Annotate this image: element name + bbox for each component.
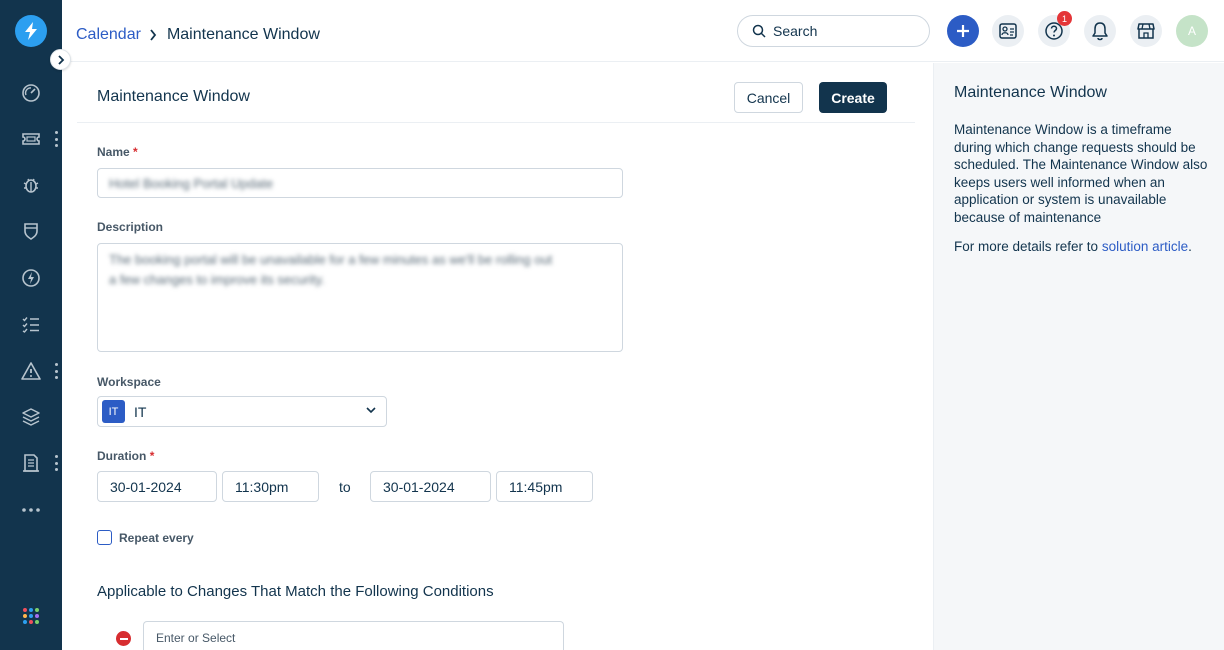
breadcrumb-calendar-link[interactable]: Calendar [76, 26, 141, 44]
info-panel: Maintenance Window Maintenance Window is… [933, 63, 1224, 650]
breadcrumb: Calendar Maintenance Window [76, 26, 320, 44]
store-icon [1137, 23, 1155, 39]
document-icon[interactable] [0, 443, 62, 483]
avatar[interactable]: A [1176, 15, 1208, 47]
description-label: Description [97, 220, 164, 234]
info-panel-more: For more details refer to solution artic… [954, 239, 1192, 254]
search-icon [752, 24, 766, 38]
info-panel-body: Maintenance Window is a timeframe during… [954, 122, 1208, 225]
cancel-button[interactable]: Cancel [734, 82, 803, 113]
notification-badge: 1 [1057, 11, 1072, 26]
name-label: Name * [97, 145, 138, 159]
remove-condition-icon[interactable] [116, 631, 131, 646]
lightning-logo-icon[interactable] [15, 15, 47, 47]
end-time-field[interactable]: 11:45pm [496, 471, 593, 502]
ticket-more-icon[interactable] [54, 131, 58, 147]
required-marker: * [149, 449, 155, 463]
document-more-icon[interactable] [54, 455, 58, 471]
bug-icon[interactable] [0, 165, 62, 205]
to-label: to [339, 479, 351, 495]
bell-icon [1092, 22, 1108, 41]
warning-more-icon[interactable] [54, 363, 58, 379]
search-label: Search [773, 23, 818, 39]
conditions-title: Applicable to Changes That Match the Fol… [97, 583, 494, 600]
new-item-button[interactable] [947, 15, 979, 47]
start-time-field[interactable]: 11:30pm [222, 471, 319, 502]
name-field[interactable]: Hotel Booking Portal Update [97, 168, 623, 198]
sidebar-toggle-button[interactable] [50, 49, 71, 70]
repeat-label: Repeat every [119, 531, 194, 545]
marketplace-button[interactable] [1130, 15, 1162, 47]
workspace-select[interactable]: IT IT [97, 396, 387, 427]
workspace-chip: IT [102, 400, 125, 423]
info-panel-title: Maintenance Window [954, 84, 1107, 101]
warning-icon[interactable] [0, 351, 62, 391]
name-label-text: Name [97, 145, 130, 159]
search-input[interactable]: Search [737, 15, 930, 47]
plus-icon [957, 25, 969, 37]
bolt-icon[interactable] [0, 258, 62, 298]
form-header: Maintenance Window Cancel Create [77, 63, 915, 123]
info-more-text: For more details refer to [954, 239, 1102, 254]
repeat-checkbox[interactable] [97, 530, 112, 545]
form-title: Maintenance Window [97, 88, 250, 105]
required-marker: * [133, 145, 138, 159]
notifications-button[interactable] [1084, 15, 1116, 47]
layers-icon[interactable] [0, 397, 62, 437]
solution-article-link[interactable]: solution article [1102, 239, 1188, 254]
end-date-field[interactable]: 30-01-2024 [370, 471, 491, 502]
chevron-down-icon [366, 407, 376, 414]
ticket-icon[interactable] [0, 119, 62, 159]
duration-label-text: Duration [97, 449, 147, 463]
help-button[interactable]: 1 [1038, 11, 1072, 47]
contact-card-icon [999, 23, 1017, 39]
description-line-1: The booking portal will be unavailable f… [109, 252, 553, 267]
shield-icon[interactable] [0, 211, 62, 251]
contacts-button[interactable] [992, 15, 1024, 47]
info-more-suffix: . [1188, 239, 1192, 254]
sidebar-nav [0, 0, 62, 650]
top-header: Calendar Maintenance Window Search 1 A [62, 0, 1224, 62]
page-title: Maintenance Window [166, 26, 320, 43]
create-button[interactable]: Create [819, 82, 887, 113]
start-date-field[interactable]: 30-01-2024 [97, 471, 217, 502]
duration-label: Duration * [97, 449, 154, 463]
name-value: Hotel Booking Portal Update [109, 176, 274, 191]
tasks-icon[interactable] [0, 304, 62, 344]
description-line-2: a few changes to improve its security. [109, 272, 325, 287]
more-icon[interactable] [0, 490, 62, 530]
dashboard-icon[interactable] [0, 73, 62, 113]
chevron-right-icon [149, 29, 157, 41]
workspace-value: IT [134, 403, 147, 420]
description-field[interactable]: The booking portal will be unavailable f… [97, 243, 623, 352]
apps-grid-icon[interactable] [23, 608, 39, 624]
condition-input[interactable]: Enter or Select [143, 621, 564, 650]
form-container: Maintenance Window Cancel Create Name * … [62, 63, 933, 650]
workspace-label: Workspace [97, 375, 161, 389]
